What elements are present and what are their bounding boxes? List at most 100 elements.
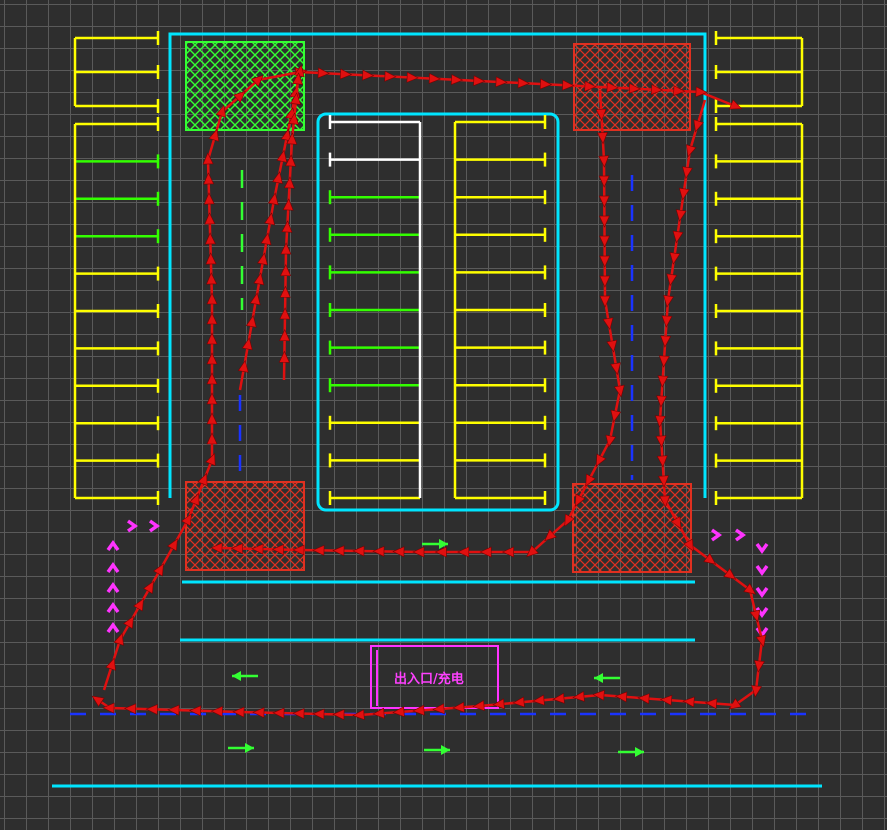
path-arrowhead — [595, 453, 607, 467]
path-arrowhead — [693, 119, 704, 133]
path-arrowhead — [352, 545, 365, 557]
path-arrowhead — [434, 546, 447, 558]
path-arrowhead — [599, 295, 611, 308]
path-arrowhead — [372, 545, 385, 557]
path-arrowhead — [661, 315, 673, 328]
path-arrowhead — [264, 212, 276, 226]
path-arrowhead — [592, 689, 605, 701]
parking-slot-bank — [714, 117, 804, 505]
path-arrowhead — [253, 272, 265, 286]
path-arrowhead — [678, 187, 690, 201]
lane-center-dashes — [70, 175, 820, 716]
chevron-icon — [148, 519, 161, 533]
path-arrowhead — [517, 77, 530, 89]
chevron-icon — [755, 542, 769, 555]
path-arrowhead — [210, 706, 223, 717]
path-arrowhead — [501, 546, 514, 558]
path-arrowhead — [206, 312, 218, 325]
chevron-icon — [126, 519, 139, 533]
path-arrowhead — [206, 432, 218, 445]
chevron-sign — [710, 528, 723, 542]
path-arrowhead — [598, 215, 610, 228]
entrance-zone-label: 出入口/充电 — [394, 671, 464, 687]
map-viewport[interactable]: 出入口/充电 — [0, 0, 887, 830]
chevron-sign — [126, 519, 139, 533]
path-arrowhead — [495, 76, 508, 88]
path-arrowhead — [332, 709, 345, 721]
path-arrowhead — [682, 696, 695, 708]
path-arrowhead — [105, 657, 116, 671]
path-arrowhead — [660, 335, 672, 348]
path-arrowhead — [281, 220, 293, 233]
chevron-icon — [106, 539, 120, 552]
chevron-sign — [106, 621, 120, 634]
no-parking-zones — [185, 41, 692, 573]
path-arrowhead — [206, 372, 218, 385]
chevron-icon — [755, 564, 769, 577]
path-arrowhead — [312, 544, 325, 556]
path-arrowhead — [205, 452, 216, 467]
road-arrow-head — [441, 745, 450, 755]
path-arrowhead — [252, 707, 265, 719]
path-arrowhead — [272, 707, 285, 719]
path-arrowhead — [278, 350, 290, 363]
path-arrowhead — [206, 392, 218, 405]
road-arrow-head — [635, 747, 644, 757]
path-arrowhead — [432, 703, 445, 715]
chevron-icon — [106, 621, 120, 634]
parking-slots — [73, 31, 804, 505]
chevron-icon — [106, 601, 120, 614]
path-arrowhead — [145, 704, 158, 715]
parking-map-canvas[interactable]: 出入口/充电 — [0, 0, 887, 830]
path-arrowhead — [452, 701, 465, 713]
path-arrowhead — [203, 192, 215, 205]
road-arrow — [618, 747, 644, 757]
chevron-sign — [106, 561, 120, 574]
path-arrowhead — [292, 708, 305, 720]
road-arrow — [594, 673, 620, 683]
road-arrow-head — [594, 673, 603, 683]
no-parking-zone-bottom-right — [572, 483, 692, 573]
path-arrowhead — [656, 455, 668, 468]
chevron-icon — [106, 581, 120, 594]
path-arrowhead — [206, 412, 218, 425]
path-arrowhead — [606, 339, 618, 353]
path-arrowhead — [457, 546, 470, 558]
path-arrowhead — [202, 152, 214, 165]
chevron-sign — [734, 528, 747, 542]
chevron-sign — [755, 564, 769, 577]
path-arrowhead — [204, 212, 216, 225]
path-arrowhead — [675, 209, 687, 222]
path-arrowhead — [279, 285, 291, 298]
path-arrowhead — [113, 632, 124, 646]
path-arrowhead — [704, 698, 718, 710]
path-arrowhead — [655, 435, 667, 448]
path-arrowhead — [392, 546, 405, 558]
path-arrowhead — [682, 166, 693, 180]
parking-slot-bank — [73, 31, 160, 113]
path-arrowhead — [204, 232, 216, 245]
road-arrow-head — [245, 743, 254, 753]
parking-slot-bank — [714, 31, 804, 113]
chevron-icon — [755, 586, 769, 599]
chevron-sign — [755, 542, 769, 555]
path-arrowhead — [472, 700, 485, 712]
road-arrow — [232, 671, 258, 681]
path-arrowhead — [610, 409, 622, 423]
entrance-zone[interactable]: 出入口/充电 — [370, 645, 499, 709]
parking-slot-bank — [73, 117, 160, 505]
path-arrowhead — [598, 155, 610, 168]
path-arrowhead — [728, 99, 743, 110]
path-arrowhead — [572, 690, 585, 702]
path-arrowhead — [272, 171, 283, 184]
path-bottom-segment — [91, 689, 736, 721]
path-arrowhead — [123, 703, 137, 715]
path-arrowhead — [332, 545, 345, 557]
path-arrowhead — [203, 172, 215, 185]
path-arrowhead — [279, 328, 291, 342]
chevron-icon — [734, 528, 747, 542]
road-arrow — [422, 539, 448, 549]
path-arrowhead — [312, 708, 325, 720]
chevron-sign — [148, 519, 161, 533]
path-arrowhead — [280, 263, 292, 277]
